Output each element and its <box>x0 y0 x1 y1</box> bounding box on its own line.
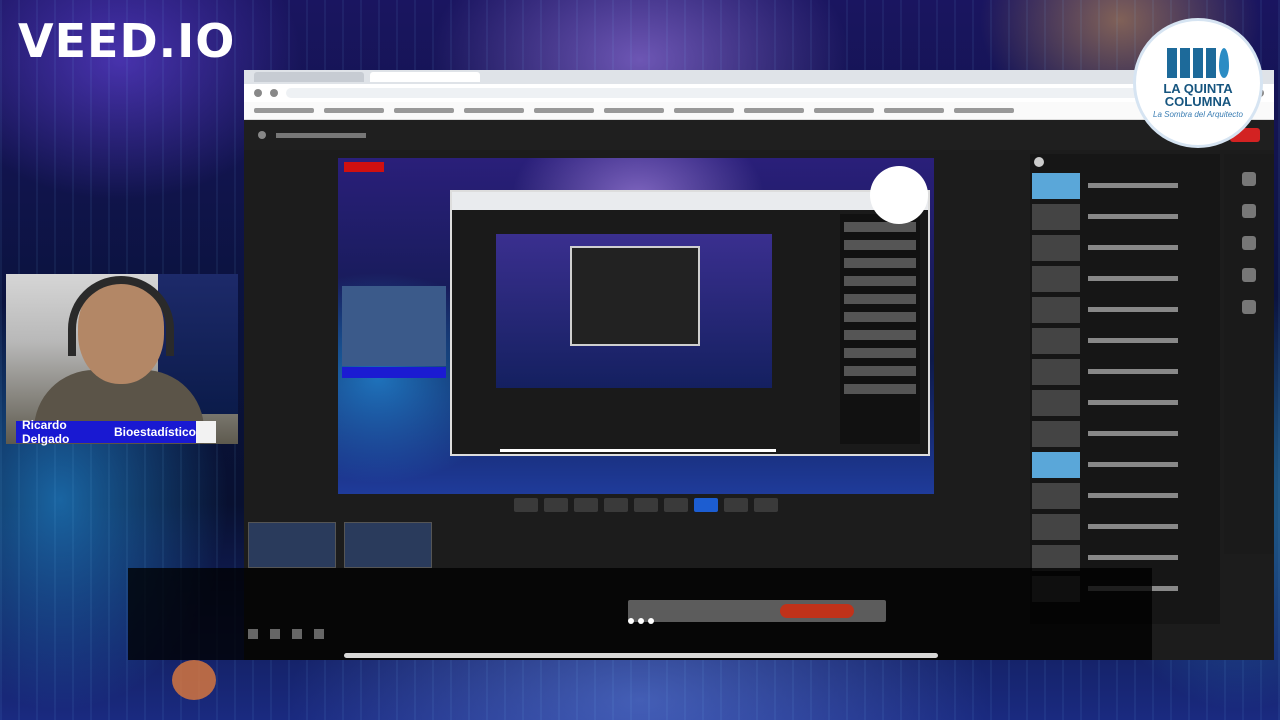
list-item[interactable] <box>1030 170 1220 201</box>
browser-tab[interactable] <box>254 72 364 82</box>
taskbar-icon[interactable] <box>270 629 280 639</box>
list-item[interactable] <box>1030 356 1220 387</box>
notification-action-button[interactable] <box>780 604 854 618</box>
comments-icon[interactable] <box>1242 172 1256 186</box>
nested-progress-bar <box>500 449 776 452</box>
browser-tab-active[interactable] <box>370 72 480 82</box>
list-item[interactable] <box>1030 294 1220 325</box>
lower-third: Ricardo Delgado Bioestadístico <box>16 418 216 446</box>
channel-name-line2: COLUMNA <box>1164 93 1232 109</box>
media-icon[interactable] <box>1242 268 1256 282</box>
channel-tagline: La Sombra del Arquitecto <box>1153 109 1243 119</box>
browser-tabbar <box>244 70 1274 84</box>
bookmark-item[interactable] <box>884 108 944 113</box>
nested-browser-bar <box>452 192 928 210</box>
brand-icon[interactable] <box>1242 236 1256 250</box>
layout-button[interactable] <box>664 498 688 512</box>
loading-dots-icon <box>628 618 654 624</box>
bookmarks-bar <box>244 102 1274 120</box>
layout-button[interactable] <box>514 498 538 512</box>
bookmark-item[interactable] <box>744 108 804 113</box>
stream-preview <box>338 158 934 494</box>
decorative-orb <box>172 660 216 700</box>
notification-bar <box>628 600 886 622</box>
guest-thumbnail[interactable] <box>344 522 432 568</box>
bookmark-item[interactable] <box>604 108 664 113</box>
layout-button[interactable] <box>544 498 568 512</box>
layout-button[interactable] <box>754 498 778 512</box>
presenter-label-bar <box>342 367 446 378</box>
channel-logo: LA QUINTA COLUMNA La Sombra del Arquitec… <box>1133 18 1263 148</box>
list-item[interactable] <box>1030 480 1220 511</box>
bookmark-item[interactable] <box>324 108 384 113</box>
layout-button[interactable] <box>724 498 748 512</box>
presenter-thumbnail <box>342 286 446 378</box>
media-icon <box>1034 157 1044 167</box>
back-icon[interactable] <box>254 89 262 97</box>
nested-screen-share <box>450 190 930 456</box>
channel-logo-mini <box>870 166 928 224</box>
list-item[interactable] <box>1030 232 1220 263</box>
studio-side-rail <box>1224 154 1274 554</box>
video-progress-bar[interactable] <box>344 653 938 658</box>
taskbar <box>128 626 1152 642</box>
list-item[interactable] <box>1030 511 1220 542</box>
nested-sidebar <box>840 214 920 444</box>
layout-button[interactable] <box>634 498 658 512</box>
studio-logo-icon <box>258 131 266 139</box>
layout-button-active[interactable] <box>694 498 718 512</box>
bookmark-item[interactable] <box>394 108 454 113</box>
nested-preview-inner <box>570 246 700 346</box>
start-icon[interactable] <box>248 629 258 639</box>
bookmark-item[interactable] <box>954 108 1014 113</box>
list-item[interactable] <box>1030 201 1220 232</box>
bookmark-item[interactable] <box>254 108 314 113</box>
taskbar-icon[interactable] <box>292 629 302 639</box>
taskbar-icon[interactable] <box>314 629 324 639</box>
guest-thumbnail[interactable] <box>248 522 336 568</box>
player-overlay <box>128 568 1152 660</box>
guest-thumbnails <box>248 522 432 568</box>
settings-icon[interactable] <box>1242 300 1256 314</box>
list-item[interactable] <box>1030 418 1220 449</box>
channel-name-line1: LA QUINTA <box>1163 80 1233 96</box>
url-field[interactable] <box>286 88 1248 98</box>
browser-address-bar <box>244 84 1274 102</box>
studio-header <box>244 120 1274 150</box>
layout-selector <box>514 498 778 512</box>
columns-logo-icon <box>1167 47 1229 78</box>
list-item[interactable] <box>1030 325 1220 356</box>
studio-title <box>276 132 366 138</box>
layout-button[interactable] <box>574 498 598 512</box>
list-item[interactable] <box>1030 449 1220 480</box>
reload-icon[interactable] <box>270 89 278 97</box>
list-item[interactable] <box>1030 263 1220 294</box>
media-panel <box>1030 154 1220 624</box>
presenter-name: Ricardo Delgado <box>22 418 70 446</box>
bookmark-item[interactable] <box>674 108 734 113</box>
live-badge <box>344 162 384 172</box>
layout-button[interactable] <box>604 498 628 512</box>
presenter-role: Bioestadístico <box>113 425 196 439</box>
bookmark-item[interactable] <box>464 108 524 113</box>
bookmark-item[interactable] <box>814 108 874 113</box>
media-panel-header <box>1030 154 1220 170</box>
banners-icon[interactable] <box>1242 204 1256 218</box>
bookmark-item[interactable] <box>534 108 594 113</box>
veed-watermark: VEED.IO <box>18 14 236 68</box>
list-item[interactable] <box>1030 387 1220 418</box>
nested-preview <box>496 234 772 388</box>
